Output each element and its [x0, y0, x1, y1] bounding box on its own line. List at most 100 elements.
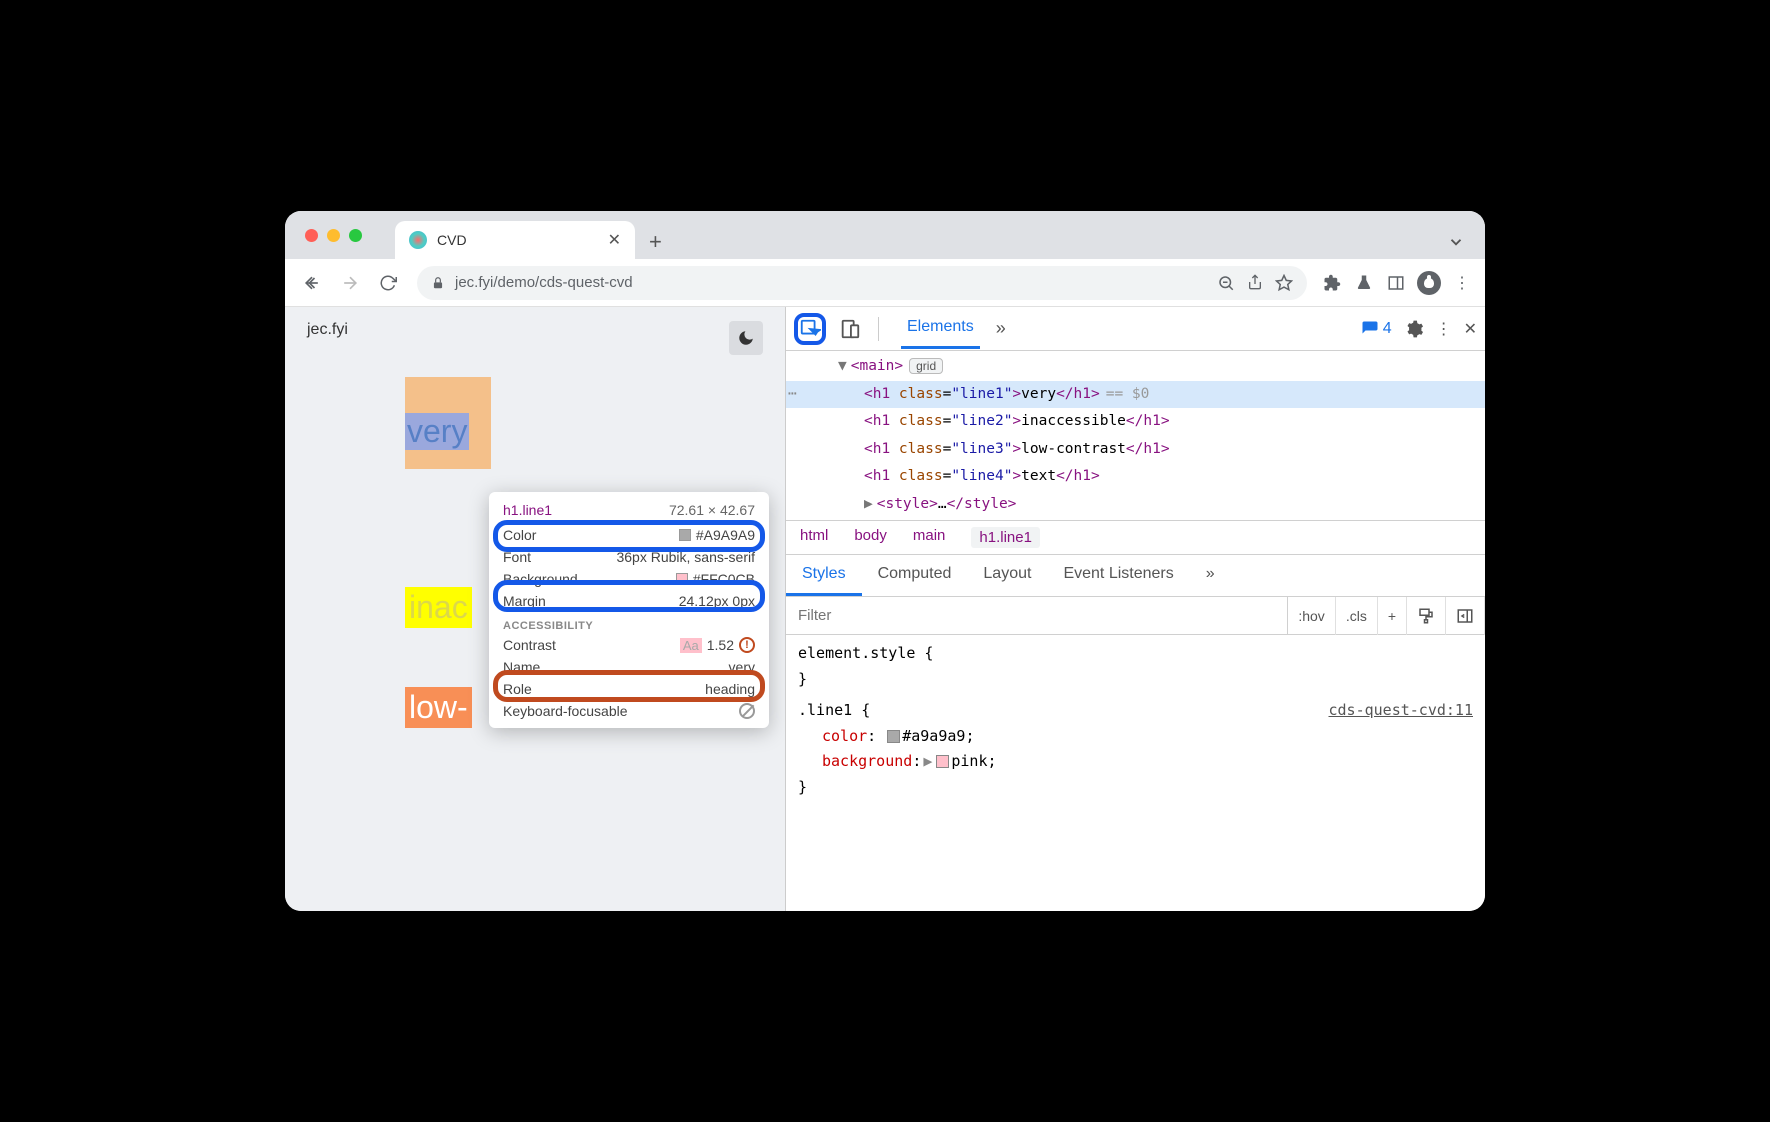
menu-icon[interactable]: ⋮ [1451, 272, 1473, 294]
tt-name-label: Name [503, 659, 540, 675]
tab-title: CVD [437, 232, 598, 248]
tt-bg-label: Background [503, 571, 578, 587]
tooltip-dimensions: 72.61 × 42.67 [669, 502, 755, 518]
more-tabs-button[interactable]: » [996, 318, 1006, 339]
tab-overflow-button[interactable] [1447, 233, 1465, 251]
styles-panel-tabs: Styles Computed Layout Event Listeners » [786, 555, 1485, 597]
tt-name-value: very [729, 659, 755, 675]
bg-swatch-icon[interactable] [936, 755, 949, 768]
theme-toggle-button[interactable] [729, 321, 763, 355]
close-window-button[interactable] [305, 229, 318, 242]
issues-count: 4 [1383, 320, 1392, 338]
crumb-main[interactable]: main [913, 527, 946, 548]
tt-role-value: heading [705, 681, 755, 697]
prohibit-icon [739, 703, 755, 719]
tt-font-label: Font [503, 549, 531, 565]
element-h1-line3[interactable]: <h1 class="line3">low-contrast</h1> [786, 436, 1485, 464]
cls-button[interactable]: .cls [1336, 597, 1378, 635]
inspect-element-button[interactable] [794, 313, 826, 345]
url-text: jec.fyi/demo/cds-quest-cvd [455, 274, 633, 291]
reload-button[interactable] [373, 268, 403, 298]
close-tab-button[interactable]: ✕ [608, 230, 621, 250]
more-styles-tabs[interactable]: » [1190, 555, 1231, 596]
tt-color-label: Color [503, 527, 536, 543]
warning-icon: ! [739, 637, 755, 653]
kebab-menu-icon[interactable]: ⋮ [1436, 319, 1452, 339]
tab-styles[interactable]: Styles [786, 555, 862, 596]
element-h1-line4[interactable]: <h1 class="line4">text</h1> [786, 463, 1485, 491]
forward-button[interactable] [335, 268, 365, 298]
tt-margin-label: Margin [503, 593, 546, 609]
browser-window: CVD ✕ + jec.fyi/demo/cds-quest-cvd [285, 211, 1485, 911]
devtools-panel: Elements » 4 ⋮ ✕ ▼<main>grid <h1 class="… [785, 307, 1485, 911]
source-link[interactable]: cds-quest-cvd:11 [1329, 698, 1474, 724]
element-h1-line1[interactable]: <h1 class="line1">very</h1>== $0 [786, 381, 1485, 409]
browser-tab[interactable]: CVD ✕ [395, 221, 635, 259]
tt-font-value: 36px Rubik, sans-serif [616, 549, 755, 565]
favicon-icon [409, 231, 427, 249]
word3-element[interactable]: low- [405, 687, 472, 728]
tooltip-selector: h1.line1 [503, 502, 552, 518]
account-icon[interactable] [1417, 271, 1441, 295]
tt-contrast-label: Contrast [503, 637, 556, 653]
tt-role-label: Role [503, 681, 532, 697]
device-toolbar-button[interactable] [834, 313, 866, 345]
extensions-icon[interactable] [1321, 272, 1343, 294]
paint-tool-icon[interactable] [1407, 597, 1446, 635]
panel-icon[interactable] [1385, 272, 1407, 294]
panel-toggle-icon[interactable] [1446, 597, 1485, 635]
devtools-header: Elements » 4 ⋮ ✕ [786, 307, 1485, 351]
browser-toolbar: jec.fyi/demo/cds-quest-cvd ⋮ [285, 259, 1485, 307]
color-swatch-icon[interactable] [887, 730, 900, 743]
window-controls [305, 229, 362, 242]
word2-element[interactable]: inac [405, 587, 472, 628]
element-style[interactable]: ▶<style>…</style> [786, 491, 1485, 519]
webpage-viewport: jec.fyi very inac low- h1.line1 72.61 × … [285, 307, 785, 911]
new-rule-button[interactable]: + [1378, 597, 1407, 635]
new-tab-button[interactable]: + [635, 229, 676, 255]
tt-color-value: #A9A9A9 [696, 527, 755, 543]
hov-button[interactable]: :hov [1288, 597, 1335, 635]
crumb-body[interactable]: body [854, 527, 887, 548]
minimize-window-button[interactable] [327, 229, 340, 242]
bg-swatch [676, 573, 688, 585]
titlebar: CVD ✕ + [285, 211, 1485, 259]
word1-text: very [405, 413, 469, 450]
bookmark-icon[interactable] [1275, 274, 1293, 292]
filter-input[interactable] [786, 607, 1287, 624]
tt-a11y-header: ACCESSIBILITY [489, 612, 769, 634]
inspector-tooltip: h1.line1 72.61 × 42.67 Color #A9A9A9 Fon… [489, 492, 769, 728]
tt-focus-label: Keyboard-focusable [503, 703, 628, 719]
tab-event-listeners[interactable]: Event Listeners [1047, 555, 1189, 596]
crumb-h1[interactable]: h1.line1 [971, 527, 1040, 548]
back-button[interactable] [297, 268, 327, 298]
zoom-icon[interactable] [1217, 274, 1235, 292]
color-swatch [679, 529, 691, 541]
element-style-rule: element.style { [798, 641, 1473, 667]
elements-tree[interactable]: ▼<main>grid <h1 class="line1">very</h1>=… [786, 351, 1485, 520]
tab-elements[interactable]: Elements [901, 308, 980, 349]
labs-icon[interactable] [1353, 272, 1375, 294]
address-bar[interactable]: jec.fyi/demo/cds-quest-cvd [417, 266, 1307, 300]
settings-icon[interactable] [1404, 319, 1424, 339]
styles-rules[interactable]: element.style { } .line1 { cds-quest-cvd… [786, 635, 1485, 806]
tab-computed[interactable]: Computed [862, 555, 968, 596]
close-devtools-button[interactable]: ✕ [1464, 319, 1477, 339]
crumb-html[interactable]: html [800, 527, 828, 548]
share-icon[interactable] [1247, 274, 1263, 292]
tt-margin-value: 24.12px 0px [679, 593, 755, 609]
tab-layout[interactable]: Layout [967, 555, 1047, 596]
maximize-window-button[interactable] [349, 229, 362, 242]
breadcrumbs: html body main h1.line1 [786, 520, 1485, 555]
aa-badge: Aa [680, 638, 702, 653]
element-h1-line2[interactable]: <h1 class="line2">inaccessible</h1> [786, 408, 1485, 436]
line1-selector: .line1 { [798, 698, 870, 724]
lock-icon [431, 276, 445, 290]
issues-button[interactable]: 4 [1361, 320, 1392, 338]
styles-toolbar: :hov .cls + [786, 597, 1485, 635]
tt-contrast-value: 1.52 [707, 637, 734, 653]
site-name: jec.fyi [307, 321, 348, 355]
grid-badge[interactable]: grid [909, 358, 943, 374]
tt-bg-value: #FFC0CB [693, 571, 755, 587]
word1-element[interactable]: very [405, 377, 491, 469]
